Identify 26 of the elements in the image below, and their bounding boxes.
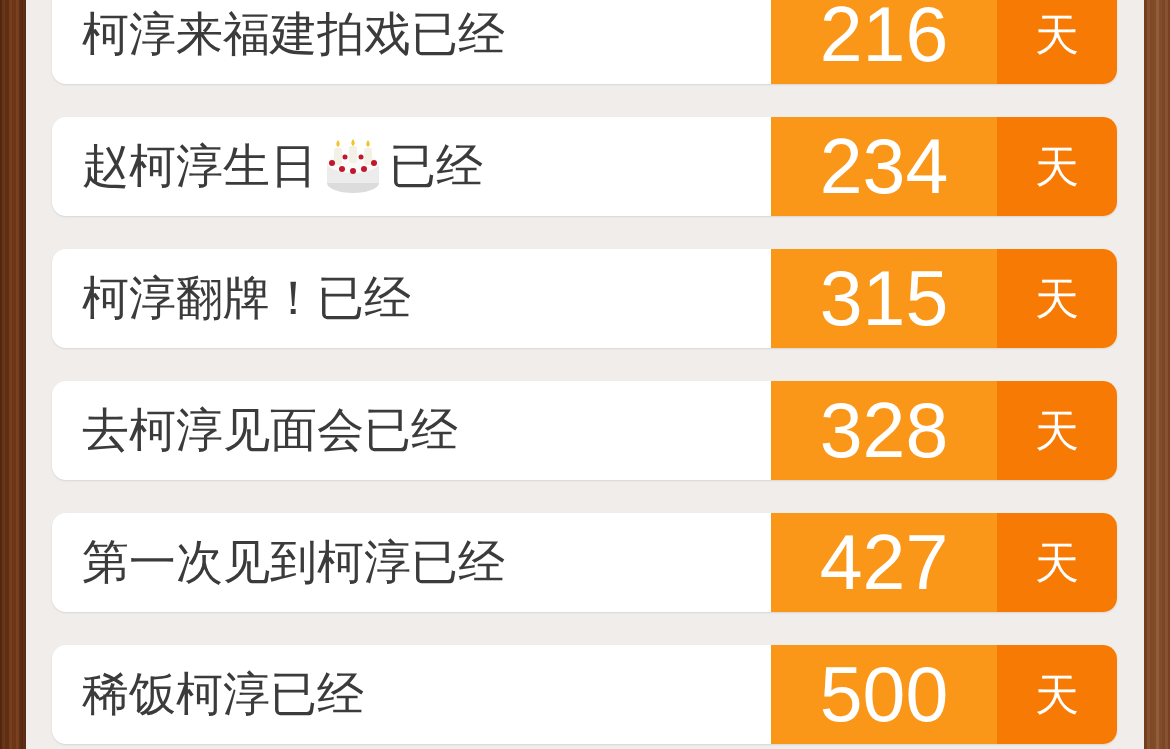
event-title: 去柯淳见面会已经 xyxy=(82,402,458,459)
day-unit: 天 xyxy=(997,645,1117,744)
event-title: 柯淳来福建拍戏已经 xyxy=(82,6,505,63)
event-card[interactable]: 第一次见到柯淳已经 427 天 xyxy=(52,513,1117,612)
day-unit: 天 xyxy=(997,117,1117,216)
event-card[interactable]: 柯淳来福建拍戏已经 216 天 xyxy=(52,0,1117,84)
day-count: 427 xyxy=(771,513,997,612)
day-count: 234 xyxy=(771,117,997,216)
event-card[interactable]: 柯淳翻牌！已经 315 天 xyxy=(52,249,1117,348)
event-card[interactable]: 稀饭柯淳已经 500 天 xyxy=(52,645,1117,744)
day-count: 500 xyxy=(771,645,997,744)
cake-icon xyxy=(325,138,381,195)
event-title: 柯淳翻牌！已经 xyxy=(82,270,411,327)
day-unit: 天 xyxy=(997,0,1117,84)
event-title: 赵柯淳生日 xyxy=(82,138,317,195)
event-title: 第一次见到柯淳已经 xyxy=(82,534,505,591)
day-unit: 天 xyxy=(997,249,1117,348)
day-count: 328 xyxy=(771,381,997,480)
event-title: 稀饭柯淳已经 xyxy=(82,666,364,723)
day-count: 315 xyxy=(771,249,997,348)
event-card[interactable]: 去柯淳见面会已经 328 天 xyxy=(52,381,1117,480)
day-count: 216 xyxy=(771,0,997,84)
event-card[interactable]: 赵柯淳生日 已经 234 天 xyxy=(52,117,1117,216)
day-unit: 天 xyxy=(997,513,1117,612)
event-title: 已经 xyxy=(389,138,483,195)
day-unit: 天 xyxy=(997,381,1117,480)
